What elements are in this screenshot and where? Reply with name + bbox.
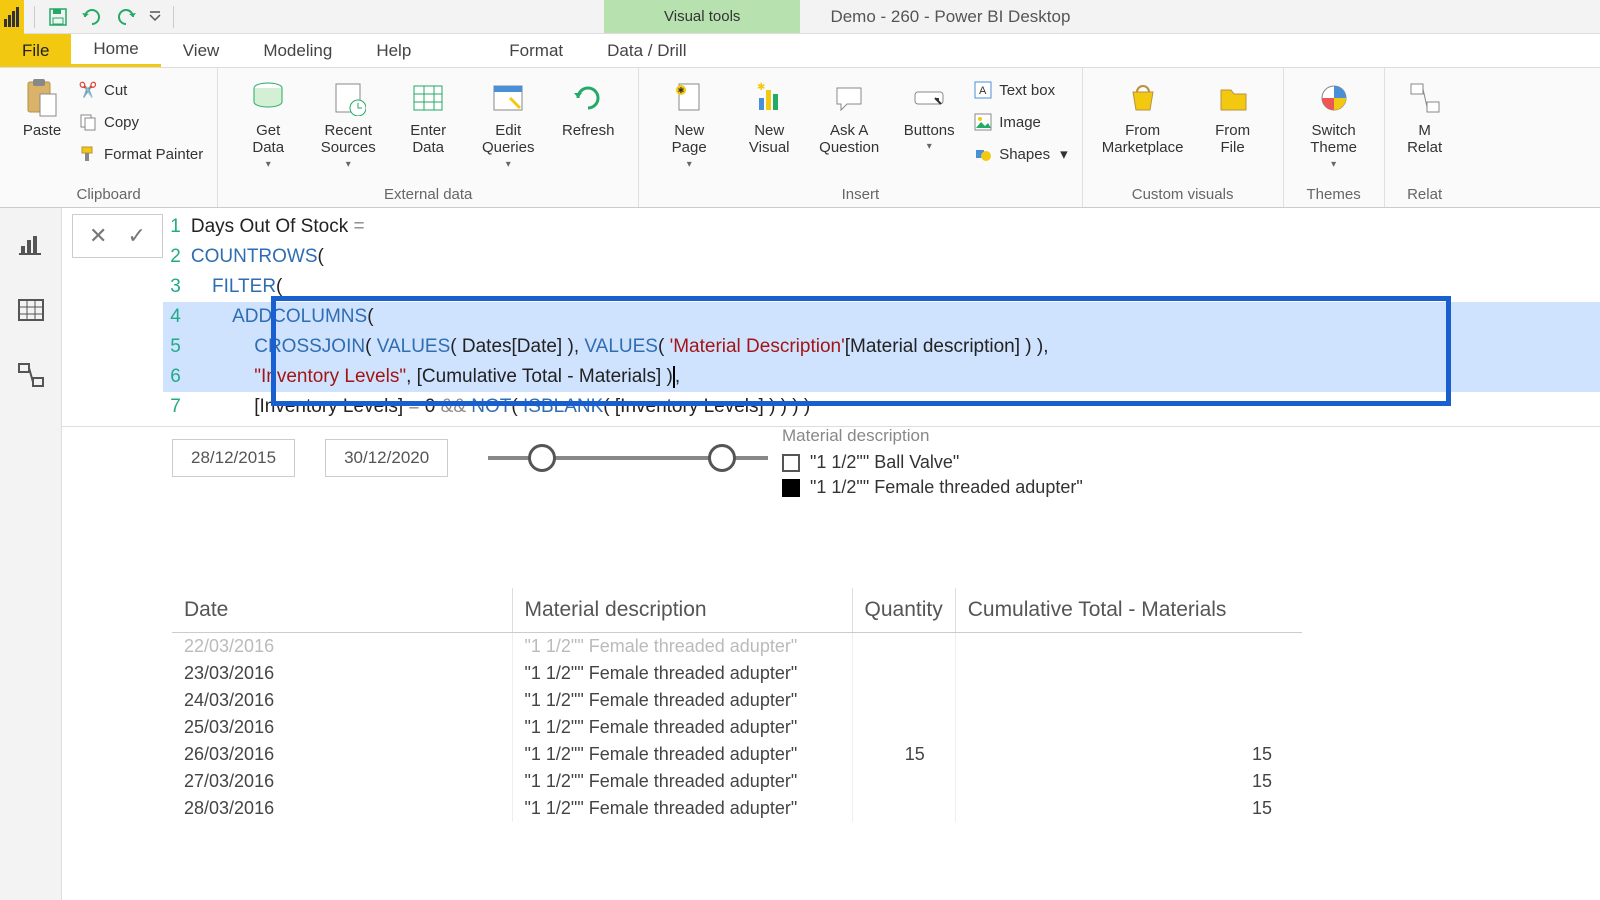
redo-button[interactable]: [111, 3, 141, 31]
legend-swatch-empty: [782, 454, 800, 472]
buttons-button[interactable]: Buttons▾: [889, 72, 969, 152]
recent-sources-button[interactable]: Recent Sources▾: [308, 72, 388, 170]
report-canvas: ✕ ✓ 1Days Out Of Stock = 2COUNTROWS( 3 F…: [62, 208, 1600, 900]
cut-button[interactable]: ✂️Cut: [74, 76, 207, 104]
window-title: Demo - 260 - Power BI Desktop: [800, 0, 1600, 33]
tab-help[interactable]: Help: [354, 34, 433, 67]
table-row[interactable]: 27/03/2016"1 1/2"" Female threaded adupt…: [172, 768, 1302, 795]
undo-button[interactable]: [77, 3, 107, 31]
manage-relationships-button[interactable]: M Relat: [1395, 72, 1455, 157]
col-quantity[interactable]: Quantity: [852, 588, 955, 633]
legend-label: "1 1/2"" Female threaded adupter": [810, 477, 1083, 498]
shapes-button[interactable]: Shapes▾: [969, 140, 1071, 168]
svg-text:✱: ✱: [757, 82, 765, 93]
edit-queries-button[interactable]: Edit Queries▾: [468, 72, 548, 170]
ask-a-question-button[interactable]: Ask A Question: [809, 72, 889, 157]
group-custom-visuals: From Marketplace From File Custom visual…: [1083, 68, 1284, 207]
app-icon: [0, 0, 24, 34]
group-external-data: Get Data▾ Recent Sources▾ Enter Data Edi…: [218, 68, 639, 207]
formula-commit-icon[interactable]: ✓: [121, 223, 151, 249]
slicer-end-date[interactable]: 30/12/2020: [325, 439, 448, 477]
table-row[interactable]: 28/03/2016"1 1/2"" Female threaded adupt…: [172, 795, 1302, 822]
legend: Material description "1 1/2"" Ball Valve…: [782, 426, 1083, 502]
contextual-tab-group: Visual tools: [604, 0, 800, 33]
tab-modeling[interactable]: Modeling: [241, 34, 354, 67]
qat-customize-icon[interactable]: [145, 3, 165, 31]
tab-format[interactable]: Format: [487, 34, 585, 67]
svg-text:A: A: [979, 85, 987, 97]
data-table: Date Material description Quantity Cumul…: [172, 588, 1380, 822]
group-themes: Switch Theme▾ Themes: [1284, 68, 1385, 207]
formula-editor[interactable]: 1Days Out Of Stock = 2COUNTROWS( 3 FILTE…: [163, 208, 1600, 426]
quick-access-toolbar: [24, 0, 184, 33]
slider-thumb-start[interactable]: [528, 444, 556, 472]
group-relationships: M Relat Relat: [1385, 68, 1465, 207]
group-insert: ✱New Page▾ ✱New Visual Ask A Question Bu…: [639, 68, 1082, 207]
enter-data-button[interactable]: Enter Data: [388, 72, 468, 157]
ribbon-tabs: File Home View Modeling Help Format Data…: [0, 34, 1600, 68]
report-view-icon[interactable]: [13, 226, 49, 262]
legend-swatch-filled: [782, 479, 800, 497]
table-row[interactable]: 26/03/2016"1 1/2"" Female threaded adupt…: [172, 741, 1302, 768]
svg-text:✱: ✱: [678, 86, 685, 95]
new-visual-button[interactable]: ✱New Visual: [729, 72, 809, 157]
new-page-button[interactable]: ✱New Page▾: [649, 72, 729, 170]
model-view-icon[interactable]: [13, 358, 49, 394]
formula-cancel-icon[interactable]: ✕: [83, 223, 113, 249]
from-file-button[interactable]: From File: [1193, 72, 1273, 157]
legend-item-0[interactable]: "1 1/2"" Ball Valve": [782, 452, 1083, 473]
table-row[interactable]: 23/03/2016"1 1/2"" Female threaded adupt…: [172, 660, 1302, 687]
format-painter-button[interactable]: Format Painter: [74, 140, 207, 168]
from-marketplace-button[interactable]: From Marketplace: [1093, 72, 1193, 157]
table-row[interactable]: 24/03/2016"1 1/2"" Female threaded adupt…: [172, 687, 1302, 714]
legend-label: "1 1/2"" Ball Valve": [810, 452, 959, 473]
left-nav: [0, 208, 62, 900]
data-view-icon[interactable]: [13, 292, 49, 328]
switch-theme-button[interactable]: Switch Theme▾: [1294, 72, 1374, 170]
main-area: ✕ ✓ 1Days Out Of Stock = 2COUNTROWS( 3 F…: [0, 208, 1600, 900]
tab-data-drill[interactable]: Data / Drill: [585, 34, 708, 67]
slicer-slider[interactable]: [488, 438, 768, 478]
formula-controls: ✕ ✓: [72, 214, 163, 258]
legend-header: Material description: [782, 426, 1083, 446]
refresh-button[interactable]: Refresh: [548, 72, 628, 139]
tab-file[interactable]: File: [0, 34, 71, 67]
save-button[interactable]: [43, 3, 73, 31]
copy-button[interactable]: Copy: [74, 108, 207, 136]
formula-bar: ✕ ✓ 1Days Out Of Stock = 2COUNTROWS( 3 F…: [62, 208, 1600, 427]
tab-home[interactable]: Home: [71, 34, 160, 67]
slicer-start-date[interactable]: 28/12/2015: [172, 439, 295, 477]
group-clipboard: Paste ✂️Cut Copy Format Painter Clipboar…: [0, 68, 218, 207]
date-slicer: 28/12/2015 30/12/2020: [172, 438, 768, 478]
text-box-button[interactable]: AText box: [969, 76, 1071, 104]
tab-view[interactable]: View: [161, 34, 242, 67]
title-bar: Visual tools Demo - 260 - Power BI Deskt…: [0, 0, 1600, 34]
get-data-button[interactable]: Get Data▾: [228, 72, 308, 170]
col-date[interactable]: Date: [172, 588, 512, 633]
table-row[interactable]: 22/03/2016"1 1/2"" Female threaded adupt…: [172, 633, 1302, 661]
legend-item-1[interactable]: "1 1/2"" Female threaded adupter": [782, 477, 1083, 498]
col-material-description[interactable]: Material description: [512, 588, 852, 633]
ribbon: Paste ✂️Cut Copy Format Painter Clipboar…: [0, 68, 1600, 208]
col-cumulative-total[interactable]: Cumulative Total - Materials: [955, 588, 1302, 633]
paste-button[interactable]: Paste: [10, 72, 74, 139]
table-row[interactable]: 25/03/2016"1 1/2"" Female threaded adupt…: [172, 714, 1302, 741]
image-button[interactable]: Image: [969, 108, 1071, 136]
slider-thumb-end[interactable]: [708, 444, 736, 472]
